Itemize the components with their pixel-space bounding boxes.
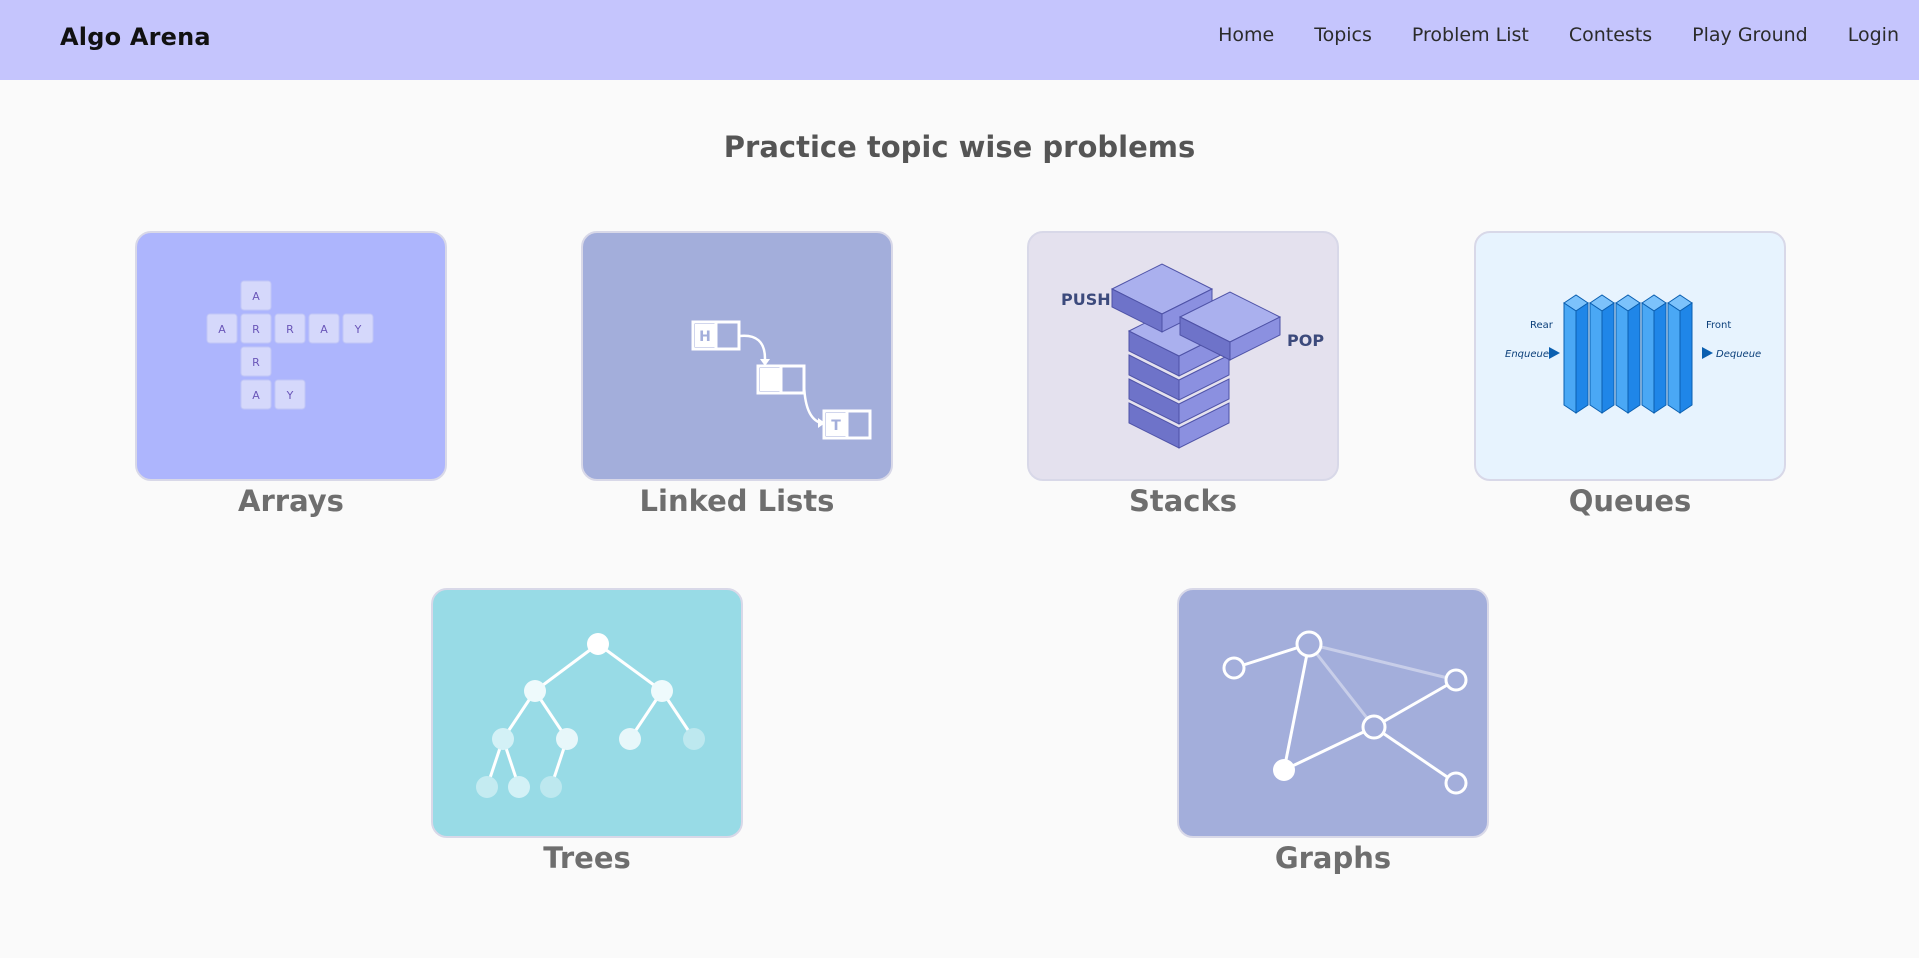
topic-label-arrays[interactable]: Arrays <box>135 484 447 518</box>
tree-illustration <box>476 633 705 798</box>
nav-login[interactable]: Login <box>1848 24 1899 46</box>
linked-list-illustration: H T <box>691 320 872 440</box>
topic-label-graphs[interactable]: Graphs <box>1177 841 1489 875</box>
svg-text:Rear: Rear <box>1530 320 1554 331</box>
svg-text:A: A <box>218 323 226 336</box>
nav-contests[interactable]: Contests <box>1569 24 1652 46</box>
arrays-image: A A R R A Y R A Y <box>135 231 447 481</box>
svg-text:A: A <box>320 323 328 336</box>
svg-text:Enqueue: Enqueue <box>1505 349 1549 360</box>
topic-label-stacks[interactable]: Stacks <box>1027 484 1339 518</box>
svg-text:Front: Front <box>1706 320 1731 331</box>
svg-text:PUSH: PUSH <box>1061 290 1111 309</box>
topic-label-queues[interactable]: Queues <box>1474 484 1786 518</box>
queue-illustration: Rear Front Enqueue Dequeue <box>1505 294 1761 414</box>
arrays-illustration: A A R R A Y R A Y <box>206 280 374 410</box>
svg-text:POP: POP <box>1287 331 1324 350</box>
nav-problem-list[interactable]: Problem List <box>1412 24 1529 46</box>
nav-links: Home Topics Problem List Contests Play G… <box>1218 24 1899 46</box>
stack-illustration: PUSH POP <box>1061 263 1324 449</box>
nav-home[interactable]: Home <box>1218 24 1274 46</box>
svg-text:H: H <box>699 329 711 345</box>
svg-text:Dequeue: Dequeue <box>1716 349 1761 360</box>
svg-text:A: A <box>252 389 260 402</box>
svg-text:R: R <box>252 356 260 369</box>
topic-label-linked-lists[interactable]: Linked Lists <box>581 484 893 518</box>
topic-label-trees[interactable]: Trees <box>431 841 743 875</box>
svg-text:A: A <box>252 290 260 303</box>
svg-text:R: R <box>252 323 260 336</box>
graph-illustration <box>1222 630 1468 795</box>
brand-logo[interactable]: Algo Arena <box>60 23 211 51</box>
queues-image: Rear Front Enqueue Dequeue <box>1474 231 1786 481</box>
svg-text:T: T <box>831 418 841 434</box>
graphs-image <box>1177 588 1489 838</box>
nav-play-ground[interactable]: Play Ground <box>1692 24 1808 46</box>
linked-lists-image: H T <box>581 231 893 481</box>
nav-topics[interactable]: Topics <box>1314 24 1372 46</box>
trees-image <box>431 588 743 838</box>
svg-text:Y: Y <box>286 389 294 402</box>
svg-text:Y: Y <box>354 323 362 336</box>
stacks-image: PUSH POP <box>1027 231 1339 481</box>
top-navbar: Algo Arena Home Topics Problem List Cont… <box>0 0 1919 80</box>
svg-text:R: R <box>286 323 294 336</box>
page-title: Practice topic wise problems <box>723 130 1196 164</box>
